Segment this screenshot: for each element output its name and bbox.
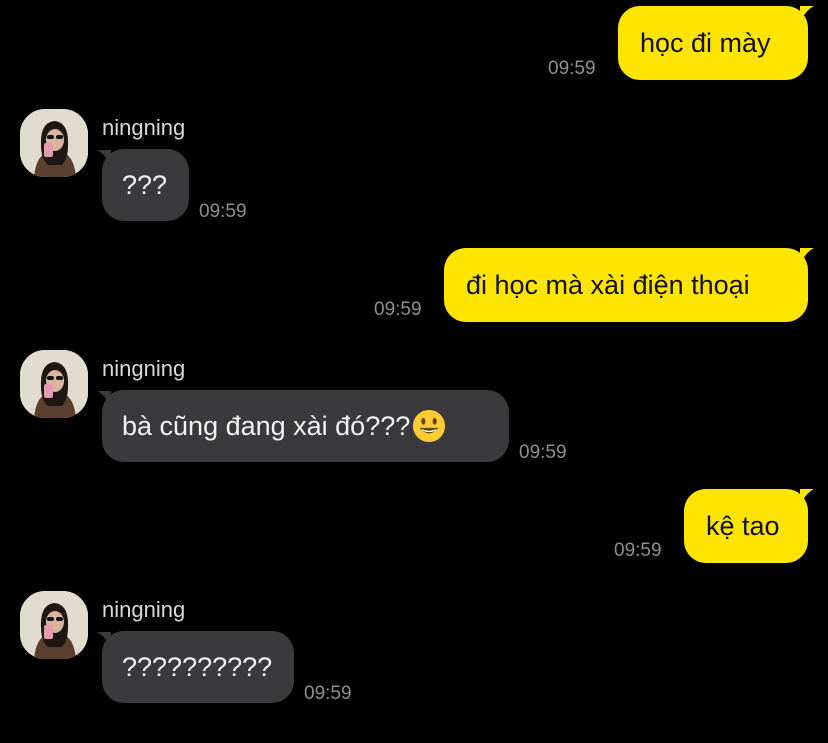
bubble-tail-icon bbox=[800, 6, 814, 22]
profile-photo-avatar[interactable] bbox=[20, 109, 88, 177]
message-text: ?????????? bbox=[122, 651, 273, 682]
message-timestamp: 09:59 bbox=[614, 540, 662, 561]
sender-name: ningning bbox=[102, 356, 186, 381]
message-timestamp: 09:59 bbox=[199, 201, 247, 222]
message-timestamp: 09:59 bbox=[374, 299, 422, 320]
message-bubble[interactable]: đi học mà xài điện thoại bbox=[444, 248, 808, 322]
message-timestamp: 09:59 bbox=[548, 58, 596, 79]
message-bubble[interactable]: ?????????? bbox=[102, 631, 294, 703]
smiling-face-emoji bbox=[413, 409, 446, 443]
sender-name: ningning bbox=[102, 597, 186, 622]
message-bubble[interactable]: học đi mày bbox=[618, 6, 808, 80]
message-text: kệ tao bbox=[706, 510, 780, 541]
message-text: bà cũng đang xài đó??? bbox=[122, 410, 411, 441]
bubble-tail-icon bbox=[800, 489, 814, 505]
profile-photo-avatar[interactable] bbox=[20, 591, 88, 659]
profile-photo-avatar[interactable] bbox=[20, 350, 88, 418]
message-bubble[interactable]: bà cũng đang xài đó??? bbox=[102, 390, 509, 462]
message-timestamp: 09:59 bbox=[304, 683, 352, 704]
message-text: học đi mày bbox=[640, 27, 771, 58]
message-bubble[interactable]: ??? bbox=[102, 149, 189, 221]
message-text: ??? bbox=[122, 169, 168, 200]
sender-name: ningning bbox=[102, 115, 186, 140]
bubble-tail-icon bbox=[800, 248, 814, 264]
message-text: đi học mà xài điện thoại bbox=[466, 269, 750, 300]
message-timestamp: 09:59 bbox=[519, 442, 567, 463]
message-bubble[interactable]: kệ tao bbox=[684, 489, 808, 563]
